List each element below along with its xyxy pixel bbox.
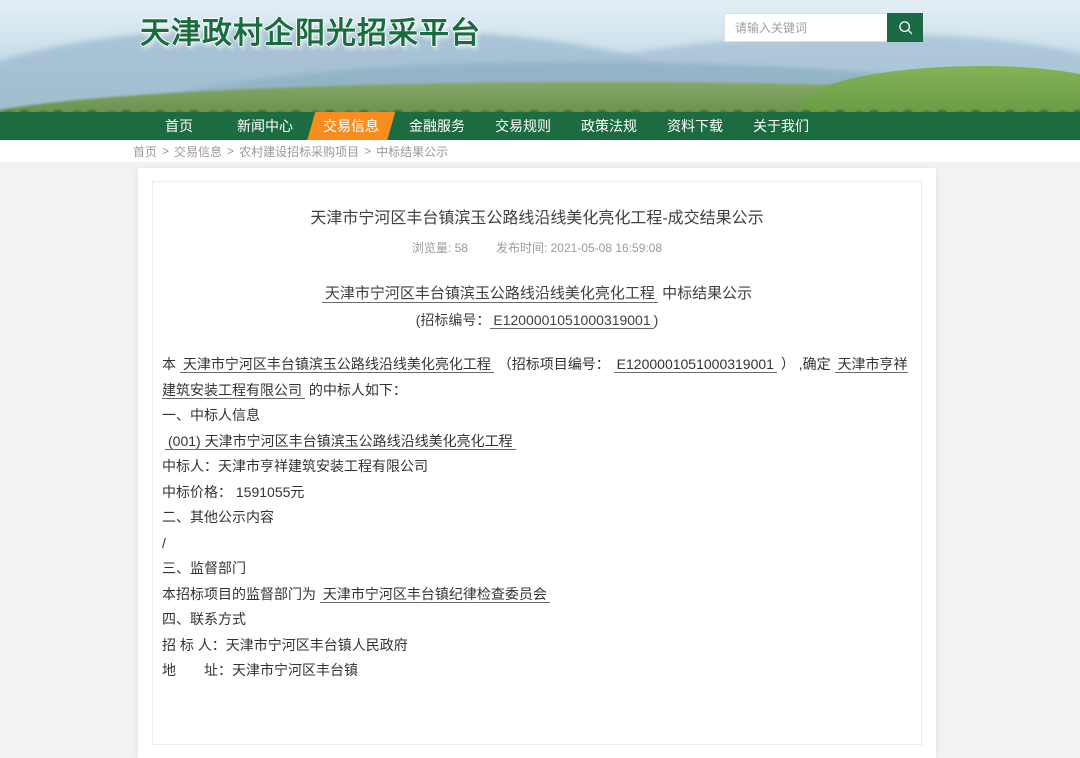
nav-item-trade-rules[interactable]: 交易规则 (480, 112, 566, 140)
section-2-content: / (162, 531, 912, 557)
article-meta: 浏览量: 58 发布时间: 2021-05-08 16:59:08 (162, 239, 912, 256)
subtitle-line-2: (招标编号：E1200001051000319001) (162, 309, 912, 331)
content-area: 天津市宁河区丰台镇滨玉公路线沿线美化亮化工程-成交结果公示 浏览量: 58 发布时… (0, 162, 1080, 607)
nav-item-finance[interactable]: 金融服务 (394, 112, 480, 140)
views-count: 58 (455, 241, 468, 255)
subtitle-line-1: 天津市宁河区丰台镇滨玉公路线沿线美化亮化工程 中标结果公示 (162, 283, 912, 305)
search-icon (897, 19, 914, 36)
main-nav: 首页 新闻中心 交易信息 金融服务 交易规则 政策法规 资料下载 关于我们 (0, 112, 1080, 140)
breadcrumb-link-rural-projects[interactable]: 农村建设招标采购项目 (239, 143, 359, 160)
section-3-title: 三、监督部门 (162, 556, 912, 582)
breadcrumb-separator: > (364, 144, 371, 158)
nav-item-downloads[interactable]: 资料下载 (652, 112, 738, 140)
lot-line: (001) 天津市宁河区丰台镇滨玉公路线沿线美化亮化工程 (162, 429, 912, 455)
breadcrumb-separator: > (227, 144, 234, 158)
nav-item-news[interactable]: 新闻中心 (222, 112, 308, 140)
intro-paragraph: 本 天津市宁河区丰台镇滨玉公路线沿线美化亮化工程 （招标项目编号： E12000… (162, 352, 912, 403)
bid-number-underlined: E1200001051000319001 (490, 312, 653, 329)
search-input[interactable] (724, 13, 887, 42)
breadcrumb-link-trade-info[interactable]: 交易信息 (174, 143, 222, 160)
project-name-underlined: 天津市宁河区丰台镇滨玉公路线沿线美化亮化工程 (322, 285, 658, 303)
publish-time: 2021-05-08 16:59:08 (551, 241, 662, 255)
breadcrumb-separator: > (162, 144, 169, 158)
subtitle-suffix: 中标结果公示 (658, 285, 752, 302)
views-label: 浏览量: (412, 241, 455, 255)
breadcrumb-link-home[interactable]: 首页 (133, 143, 157, 160)
search-button[interactable] (887, 13, 923, 42)
article-body: 本 天津市宁河区丰台镇滨玉公路线沿线美化亮化工程 （招标项目编号： E12000… (162, 352, 912, 684)
nav-item-about[interactable]: 关于我们 (738, 112, 824, 140)
lot-underlined: (001) 天津市宁河区丰台镇滨玉公路线沿线美化亮化工程 (165, 433, 516, 450)
search-bar (724, 13, 923, 42)
section-1-title: 一、中标人信息 (162, 403, 912, 429)
site-title: 天津政村企阳光招采平台 (140, 8, 481, 52)
project-number-underlined: E1200001051000319001 (614, 356, 777, 373)
nav-item-policy[interactable]: 政策法规 (566, 112, 652, 140)
announcement-subtitle: 天津市宁河区丰台镇滨玉公路线沿线美化亮化工程 中标结果公示 (招标编号：E120… (162, 283, 912, 331)
project-name-underlined: 天津市宁河区丰台镇滨玉公路线沿线美化亮化工程 (180, 356, 494, 373)
article-title: 天津市宁河区丰台镇滨玉公路线沿线美化亮化工程-成交结果公示 (162, 204, 912, 228)
bid-number-label: (招标编号： (416, 312, 491, 328)
bid-number-close: ) (654, 312, 659, 328)
publish-time-label: 发布时间: (496, 241, 551, 255)
section-4-title: 四、联系方式 (162, 607, 912, 633)
contact-address-line: 地 址：天津市宁河区丰台镇 (162, 658, 912, 684)
supervisor-line: 本招标项目的监督部门为 天津市宁河区丰台镇纪律检查委员会 (162, 582, 912, 608)
price-line: 中标价格： 1591055元 (162, 480, 912, 506)
article-box: 天津市宁河区丰台镇滨玉公路线沿线美化亮化工程-成交结果公示 浏览量: 58 发布时… (152, 181, 922, 745)
nav-item-trade-info[interactable]: 交易信息 (308, 112, 394, 140)
nav-item-home[interactable]: 首页 (136, 112, 222, 140)
contact-name-line: 招 标 人：天津市宁河区丰台镇人民政府 (162, 633, 912, 659)
banner: 天津政村企阳光招采平台 首页 新闻中心 交易信息 金融服务 交易规则 政策法规 … (0, 0, 1080, 140)
winner-line: 中标人：天津市亨祥建筑安装工程有限公司 (162, 454, 912, 480)
content-panel: 天津市宁河区丰台镇滨玉公路线沿线美化亮化工程-成交结果公示 浏览量: 58 发布时… (138, 168, 936, 758)
section-2-title: 二、其他公示内容 (162, 505, 912, 531)
breadcrumb-current: 中标结果公示 (376, 143, 448, 160)
supervisor-underlined: 天津市宁河区丰台镇纪律检查委员会 (320, 586, 550, 603)
breadcrumb: 首页 > 交易信息 > 农村建设招标采购项目 > 中标结果公示 (0, 140, 1080, 162)
